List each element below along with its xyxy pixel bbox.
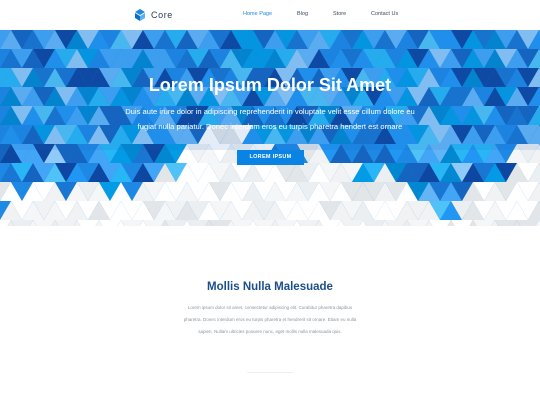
hero-subtitle-line: fugiat nulla pariatur. Donec interdum er… — [137, 122, 403, 131]
nav-blog[interactable]: Blog — [297, 11, 308, 17]
hero-subtitle-line: Duis aute irure dolor in adipiscing repr… — [125, 107, 415, 116]
top-navbar: Core Home Page Blog Store Contact Us — [0, 0, 540, 30]
section-body-line: sapien. Nullam ultricies posuere nunc, e… — [198, 329, 342, 334]
hero-mosaic-tile — [319, 220, 341, 226]
hero-mosaic-tile — [495, 220, 517, 226]
section-body-line: Lorem ipsum dolor sit amet, consectetur … — [187, 305, 353, 310]
hero-banner: Lorem Ipsum Dolor Sit Amet Duis aute iru… — [0, 30, 540, 226]
hero-mosaic-tile — [517, 220, 539, 226]
nav-contact-us[interactable]: Contact Us — [371, 11, 398, 17]
hero-mosaic-tile — [165, 220, 187, 226]
hero-mosaic-tile — [77, 220, 99, 226]
section-body: Lorem ipsum dolor sit amet, consectetur … — [160, 302, 380, 338]
hero-mosaic-tile — [209, 220, 231, 226]
hero-subtitle: Duis aute irure dolor in adipiscing repr… — [70, 104, 470, 134]
hero-mosaic-tile — [33, 220, 55, 226]
section-divider — [247, 372, 293, 373]
hero-cta-button[interactable]: LOREM IPSUM — [237, 150, 304, 165]
brand-logo[interactable]: Core — [135, 7, 173, 23]
hero-mosaic-tile — [253, 220, 275, 226]
hero-mosaic-tile — [275, 220, 297, 226]
hero-mosaic-tile — [99, 220, 121, 226]
hero-mosaic-tile — [407, 220, 429, 226]
hero-mosaic-tile — [363, 220, 385, 226]
hero-mosaic-tile — [385, 220, 407, 226]
hero-mosaic-tile — [451, 220, 473, 226]
hero-mosaic-tile — [121, 220, 143, 226]
section-body-line: pharetra. Donec interdum eros eu turpis … — [183, 317, 357, 322]
hero-mosaic-tile — [429, 220, 451, 226]
section-title: Mollis Nulla Malesuade — [207, 281, 333, 293]
hero-mosaic-tile — [11, 220, 33, 226]
hero-mosaic-tile — [341, 220, 363, 226]
hero-mosaic-tile — [297, 220, 319, 226]
hero-mosaic-tile — [187, 220, 209, 226]
cube-logo-icon — [135, 9, 145, 21]
hero-mosaic-tile — [231, 220, 253, 226]
hero-mosaic-tile — [473, 220, 495, 226]
nav-store[interactable]: Store — [333, 11, 346, 17]
hero-mosaic-tile — [143, 220, 165, 226]
hero-mosaic-tile — [55, 220, 77, 226]
hero-title: Lorem Ipsum Dolor Sit Amet — [148, 75, 392, 95]
brand-name: Core — [151, 10, 173, 20]
nav-home-page[interactable]: Home Page — [243, 11, 272, 17]
